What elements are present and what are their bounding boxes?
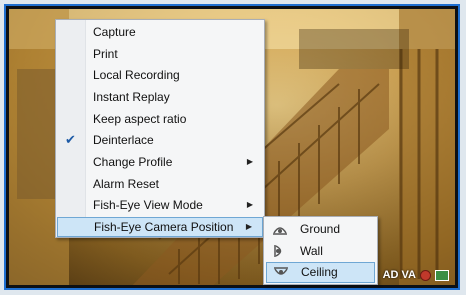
context-menu: Capture Print Local Recording Instant Re… [55,19,265,238]
monitor-icon [435,269,449,281]
camera-position-submenu: Ground Wall Ceiling [263,216,378,285]
menu-item-label: Fish-Eye Camera Position [94,220,234,234]
menu-item-label: Change Profile [93,155,173,169]
menu-item-change-profile[interactable]: Change Profile ▶ [57,152,263,172]
menu-item-label: Capture [93,25,136,39]
submenu-arrow-icon: ▶ [246,200,253,209]
submenu-item-label: Wall [300,244,323,258]
menu-item-label: Keep aspect ratio [93,112,187,126]
checkmark-icon: ✔ [65,132,76,147]
submenu-item-ceiling[interactable]: Ceiling [266,262,375,283]
status-indicators: AD VA [383,269,449,281]
menu-item-deinterlace[interactable]: ✔ Deinterlace [57,130,263,150]
submenu-arrow-icon: ▶ [246,157,253,166]
menu-item-label: Local Recording [93,68,180,82]
menu-item-label: Print [93,47,118,61]
ceiling-mount-icon [274,267,288,275]
submenu-item-ground[interactable]: Ground [266,219,375,240]
menu-item-alarm-reset[interactable]: Alarm Reset [57,174,263,194]
menu-item-label: Instant Replay [93,90,170,104]
submenu-item-label: Ceiling [301,265,338,279]
status-label: AD VA [382,269,416,281]
ground-mount-icon [273,227,287,235]
wall-mount-icon [274,245,282,257]
menu-item-label: Alarm Reset [93,177,160,191]
menu-item-label: Deinterlace [93,133,154,147]
menu-item-keep-aspect-ratio[interactable]: Keep aspect ratio [57,109,263,129]
menu-item-fish-eye-view-mode[interactable]: Fish-Eye View Mode ▶ [57,195,263,215]
menu-item-capture[interactable]: Capture [57,22,263,42]
menu-item-print[interactable]: Print [57,44,263,64]
menu-item-instant-replay[interactable]: Instant Replay [57,87,263,107]
record-indicator-icon [420,269,431,281]
submenu-item-label: Ground [300,222,341,236]
submenu-arrow-icon: ▶ [245,222,252,231]
menu-item-local-recording[interactable]: Local Recording [57,65,263,85]
menu-item-label: Fish-Eye View Mode [93,198,203,212]
menu-item-fish-eye-camera-position[interactable]: Fish-Eye Camera Position ▶ [57,217,263,237]
submenu-item-wall[interactable]: Wall [266,241,375,262]
